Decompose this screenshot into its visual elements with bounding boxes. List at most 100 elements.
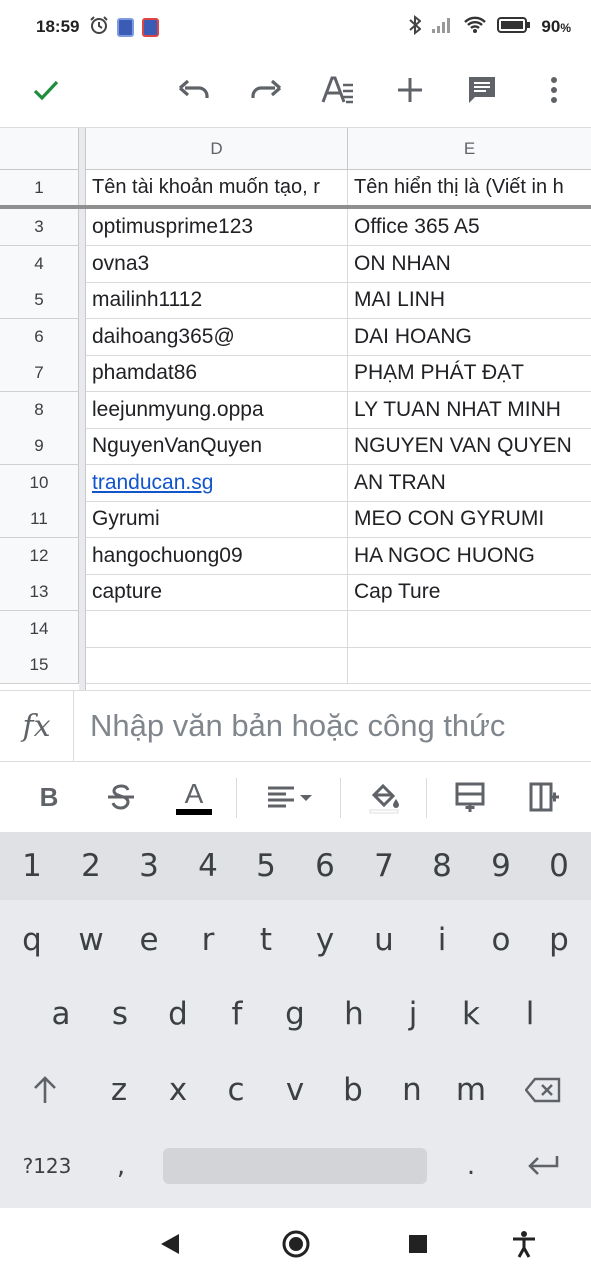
key-1[interactable]: 1	[3, 836, 61, 896]
shift-icon[interactable]	[16, 1060, 74, 1120]
key-f[interactable]: f	[208, 984, 266, 1044]
row-header[interactable]: 9	[0, 428, 79, 465]
more-vert-icon[interactable]	[532, 68, 576, 112]
key-t[interactable]: t	[237, 910, 295, 970]
cell-d13[interactable]: capture	[86, 574, 348, 611]
key-h[interactable]: h	[325, 984, 383, 1044]
key-y[interactable]: y	[296, 910, 354, 970]
row-header[interactable]: 3	[0, 209, 79, 246]
key-o[interactable]: o	[472, 910, 530, 970]
key-6[interactable]: 6	[296, 836, 354, 896]
cell-d3[interactable]: optimusprime123	[86, 209, 348, 246]
comma-key[interactable]: ,	[92, 1136, 150, 1196]
key-p[interactable]: p	[530, 910, 588, 970]
period-key[interactable]: .	[442, 1136, 500, 1196]
undo-icon[interactable]	[172, 68, 216, 112]
text-format-icon[interactable]	[316, 68, 360, 112]
cell-e3[interactable]: Office 365 A5	[348, 209, 591, 246]
key-3[interactable]: 3	[120, 836, 178, 896]
cell-d9[interactable]: NguyenVanQuyen	[86, 428, 348, 465]
row-header[interactable]: 10	[0, 465, 79, 502]
key-j[interactable]: j	[384, 984, 442, 1044]
symbols-key[interactable]: ?123	[14, 1136, 80, 1196]
key-k[interactable]: k	[442, 984, 500, 1044]
bold-button[interactable]: B	[26, 774, 72, 820]
cell-d8[interactable]: leejunmyung.oppa	[86, 392, 348, 429]
cell-e13[interactable]: Cap Ture	[348, 574, 591, 611]
cell-d5[interactable]: mailinh1112	[86, 282, 348, 319]
row-header[interactable]: 13	[0, 574, 79, 611]
cell-link[interactable]: tranducan.sg	[92, 471, 213, 495]
key-l[interactable]: l	[501, 984, 559, 1044]
check-icon[interactable]	[24, 68, 68, 112]
key-0[interactable]: 0	[530, 836, 588, 896]
back-icon[interactable]	[150, 1224, 190, 1264]
cell-d1[interactable]: Tên tài khoản muốn tạo, r	[86, 170, 348, 206]
key-9[interactable]: 9	[472, 836, 530, 896]
key-r[interactable]: r	[179, 910, 237, 970]
key-c[interactable]: c	[207, 1060, 265, 1120]
cell-e6[interactable]: DAI HOANG	[348, 319, 591, 356]
cell-d11[interactable]: Gyrumi	[86, 501, 348, 538]
cell-d12[interactable]: hangochuong09	[86, 538, 348, 575]
key-2[interactable]: 2	[62, 836, 120, 896]
cell-d10[interactable]: tranducan.sg	[86, 465, 348, 502]
key-a[interactable]: a	[32, 984, 90, 1044]
row-header[interactable]: 7	[0, 355, 79, 392]
home-icon[interactable]	[276, 1224, 316, 1264]
enter-icon[interactable]	[514, 1136, 572, 1196]
cell-e1[interactable]: Tên hiển thị là (Viết in h	[348, 170, 591, 206]
cell-d7[interactable]: phamdat86	[86, 355, 348, 392]
column-header-d[interactable]: D	[86, 128, 348, 170]
recents-icon[interactable]	[398, 1224, 438, 1264]
accessibility-icon[interactable]	[504, 1224, 544, 1264]
key-v[interactable]: v	[266, 1060, 324, 1120]
row-header[interactable]: 8	[0, 392, 79, 429]
cell-e15[interactable]	[348, 647, 591, 684]
row-header[interactable]: 11	[0, 501, 79, 538]
strikethrough-icon[interactable]	[98, 774, 144, 820]
insert-row-icon[interactable]	[448, 774, 492, 820]
cell-e8[interactable]: LY TUAN NHAT MINH	[348, 392, 591, 429]
key-g[interactable]: g	[266, 984, 324, 1044]
cell-d6[interactable]: daihoang365@	[86, 319, 348, 356]
add-icon[interactable]	[388, 68, 432, 112]
key-i[interactable]: i	[413, 910, 471, 970]
cell-e11[interactable]: MEO CON GYRUMI	[348, 501, 591, 538]
fill-color-icon[interactable]	[362, 774, 406, 820]
space-key[interactable]	[163, 1148, 427, 1184]
row-header[interactable]: 1	[0, 170, 79, 206]
key-d[interactable]: d	[149, 984, 207, 1044]
key-7[interactable]: 7	[355, 836, 413, 896]
cell-e12[interactable]: HA NGOC HUONG	[348, 538, 591, 575]
cell-d14[interactable]	[86, 611, 348, 648]
corner-header[interactable]	[0, 128, 79, 170]
key-z[interactable]: z	[90, 1060, 148, 1120]
cell-e10[interactable]: AN TRAN	[348, 465, 591, 502]
align-dropdown-icon[interactable]	[260, 774, 320, 820]
key-q[interactable]: q	[3, 910, 61, 970]
row-header[interactable]: 15	[0, 647, 79, 684]
formula-input[interactable]	[74, 708, 591, 744]
row-header[interactable]: 14	[0, 611, 79, 648]
key-b[interactable]: b	[324, 1060, 382, 1120]
key-4[interactable]: 4	[179, 836, 237, 896]
text-color-button[interactable]: A	[172, 774, 216, 820]
cell-e9[interactable]: NGUYEN VAN QUYEN	[348, 428, 591, 465]
row-header[interactable]: 6	[0, 319, 79, 356]
redo-icon[interactable]	[244, 68, 288, 112]
column-header-e[interactable]: E	[348, 128, 591, 170]
key-x[interactable]: x	[149, 1060, 207, 1120]
spreadsheet-grid[interactable]: D E 1 o. Tên tài khoản muốn tạo, r Tên h…	[0, 127, 591, 690]
row-header[interactable]: 5	[0, 282, 79, 319]
cell-e4[interactable]: ON NHAN	[348, 246, 591, 283]
key-8[interactable]: 8	[413, 836, 471, 896]
key-m[interactable]: m	[442, 1060, 500, 1120]
row-header[interactable]: 12	[0, 538, 79, 575]
row-header[interactable]: 4	[0, 246, 79, 283]
key-s[interactable]: s	[91, 984, 149, 1044]
cell-e7[interactable]: PHẠM PHÁT ĐẠT	[348, 355, 591, 392]
cell-d4[interactable]: ovna3	[86, 246, 348, 283]
key-u[interactable]: u	[355, 910, 413, 970]
comment-icon[interactable]	[460, 68, 504, 112]
